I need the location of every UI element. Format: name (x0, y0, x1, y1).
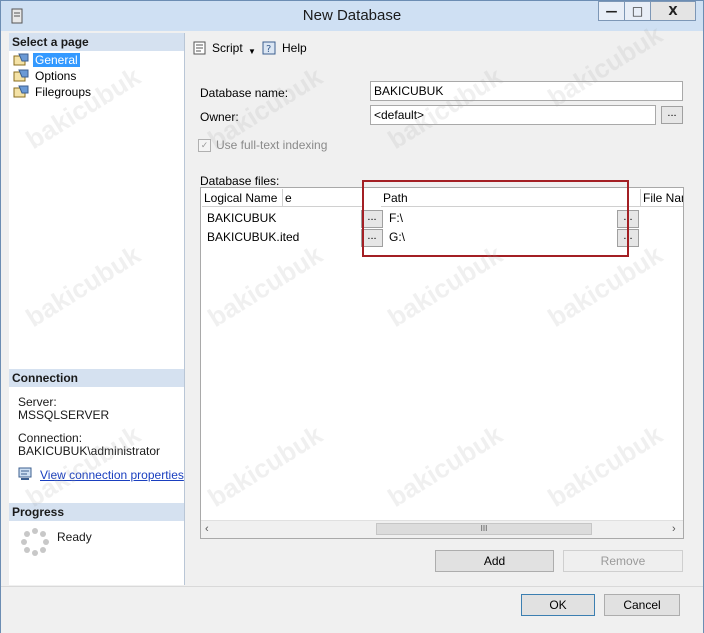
page-item-filegroups[interactable]: Filegroups (13, 84, 93, 99)
column-header-logical-name[interactable]: Logical Name (202, 189, 283, 207)
general-page: Script ▼ ? Help Database name: BAKICUBUK… (185, 33, 696, 585)
fulltext-indexing-label: Use full-text indexing (216, 138, 328, 152)
scroll-right-icon[interactable]: › (672, 523, 676, 535)
help-icon: ? (262, 41, 276, 55)
row2-logical-name[interactable]: BAKICUBUK... (204, 228, 286, 247)
script-dropdown-caret-icon[interactable]: ▼ (248, 47, 256, 56)
row1-browse-button[interactable]: ... (361, 210, 383, 228)
scroll-left-icon[interactable]: ‹ (205, 523, 209, 535)
maximize-button[interactable]: □ (624, 1, 651, 21)
owner-label: Owner: (200, 110, 239, 124)
svg-text:?: ? (266, 44, 271, 55)
row1-path-browse-button[interactable]: ... (617, 210, 639, 228)
script-label: Script (212, 41, 243, 55)
database-files-grid[interactable]: Logical Name e Path File Name BAKICUBUK … (200, 187, 684, 539)
page-label-general: General (33, 52, 80, 67)
row1-logical-name[interactable]: BAKICUBUK (204, 209, 276, 228)
progress-status: Ready (57, 530, 92, 544)
page-icon (13, 69, 29, 82)
page-item-options[interactable]: Options (13, 68, 78, 83)
database-name-input[interactable]: BAKICUBUK (370, 81, 683, 101)
database-name-label: Database name: (200, 86, 289, 100)
page-label-options: Options (35, 68, 77, 83)
server-value: MSSQLSERVER (18, 408, 110, 422)
minimize-icon: — (605, 4, 618, 18)
connection-header: Connection (9, 369, 184, 387)
script-icon (193, 41, 206, 55)
row2-partial-value: ited (280, 230, 300, 244)
progress-spinner-icon (21, 528, 49, 556)
row2-path-browse-button[interactable]: ... (617, 229, 639, 247)
left-pane: Select a page General Options Filegroups… (9, 33, 185, 585)
toolbar: Script ▼ ? Help (185, 33, 696, 63)
add-button[interactable]: Add (435, 550, 554, 572)
close-icon: X (668, 4, 678, 18)
row2-path[interactable]: G:\ (386, 228, 405, 247)
fulltext-indexing-checkbox[interactable]: ✓ Use full-text indexing (198, 138, 327, 152)
cancel-button[interactable]: Cancel (604, 594, 680, 616)
column-header-partial[interactable]: e (283, 189, 363, 207)
scroll-thumb[interactable]: III (376, 523, 592, 535)
connection-label: Connection: (18, 431, 83, 445)
ok-button[interactable]: OK (521, 594, 595, 616)
database-files-label: Database files: (200, 174, 280, 188)
help-button[interactable]: ? Help (262, 41, 307, 55)
page-icon (13, 85, 29, 98)
dialog-footer: OK Cancel (1, 586, 703, 633)
minimize-button[interactable]: — (598, 1, 625, 21)
new-database-window: New Database — □ X Select a page General… (0, 0, 704, 633)
horizontal-scrollbar[interactable]: ‹ III › (201, 520, 683, 538)
view-connection-properties-link[interactable]: View connection properties (40, 468, 184, 482)
close-button[interactable]: X (650, 1, 696, 21)
help-label: Help (282, 41, 307, 55)
page-icon (13, 53, 29, 66)
column-header-path[interactable]: Path (381, 189, 641, 207)
properties-icon (18, 467, 32, 480)
row1-path[interactable]: F:\ (386, 209, 403, 228)
maximize-icon: □ (631, 4, 644, 18)
owner-input[interactable]: <default> (370, 105, 656, 125)
column-header-file-name[interactable]: File Name (641, 189, 683, 207)
connection-value: BAKICUBUK\administrator (18, 444, 161, 458)
server-label: Server: (18, 395, 57, 409)
script-button[interactable]: Script (192, 41, 243, 55)
checkbox-check-icon: ✓ (198, 138, 211, 152)
title-bar[interactable]: New Database — □ X (1, 1, 703, 31)
remove-button[interactable]: Remove (563, 550, 683, 572)
select-page-header: Select a page (9, 33, 184, 51)
progress-header: Progress (9, 503, 184, 521)
owner-browse-button[interactable]: ... (661, 106, 683, 124)
page-label-filegroups: Filegroups (35, 84, 92, 99)
row2-browse-button[interactable]: ... (361, 229, 383, 247)
page-item-general[interactable]: General (13, 52, 80, 67)
